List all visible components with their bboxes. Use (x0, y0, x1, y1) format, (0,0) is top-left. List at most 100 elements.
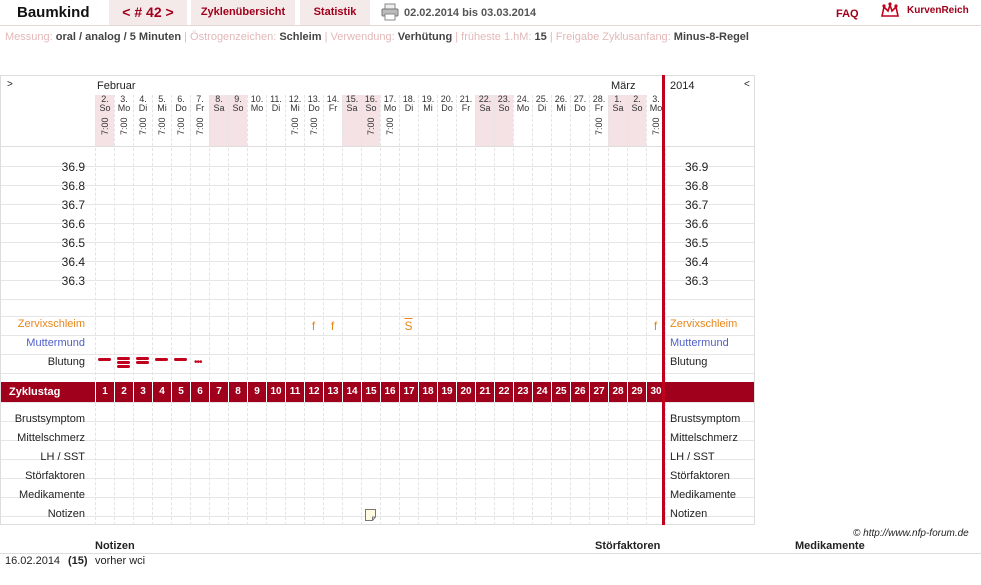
cycle-day-cell: 11 (285, 382, 304, 402)
measure-time: 7:00 (366, 117, 376, 135)
current-day-marker (662, 75, 665, 525)
fruehest-value: 15 (534, 31, 547, 43)
scroll-left-arrow[interactable]: > (7, 79, 13, 90)
temp-axis-label: 36.5 (61, 236, 85, 250)
temp-axis-label-right: 36.4 (685, 255, 709, 269)
cycle-day-cell: 13 (323, 382, 342, 402)
row-label-muttermund: Muttermund (26, 337, 85, 349)
temp-axis-label: 36.7 (61, 198, 85, 212)
day-column-header[interactable]: 7. Fr 7:00 (190, 95, 209, 146)
messung-value: oral / analog / 5 Minuten (55, 31, 182, 43)
verwendung-label: Verwendung: (330, 31, 395, 43)
measure-time: 7:00 (594, 117, 604, 135)
bleeding-mark[interactable]: ••• (190, 356, 209, 370)
row-label-blutung-right: Blutung (670, 356, 708, 368)
cycle-day-cell: 20 (456, 382, 475, 402)
cycle-day-cell: 21 (475, 382, 494, 402)
day-column-header[interactable]: 16. So 7:00 (361, 95, 380, 146)
bleeding-mark[interactable] (95, 356, 114, 370)
cycle-day-cell: 9 (247, 382, 266, 402)
day-column-header[interactable]: 28. Fr 7:00 (589, 95, 608, 146)
temp-axis-label: 36.6 (61, 217, 85, 231)
bleeding-mark[interactable] (171, 356, 190, 370)
day-column-header[interactable]: 6. Do 7:00 (171, 95, 190, 146)
cycle-day-cell: 26 (570, 382, 589, 402)
row-label-stoer: Störfaktoren (25, 470, 85, 482)
cycle-day-cell: 2 (114, 382, 133, 402)
day-column-header[interactable]: 9. So (228, 95, 247, 146)
day-column-header[interactable]: 10. Mo (247, 95, 266, 146)
day-column-header[interactable]: 27. Do (570, 95, 589, 146)
day-column-header[interactable]: 4. Di 7:00 (133, 95, 152, 146)
month-label-feb: Februar (97, 80, 136, 92)
bleeding-mark[interactable] (152, 356, 171, 370)
day-column-header[interactable]: 24. Mo (513, 95, 532, 146)
printer-icon[interactable] (381, 3, 399, 21)
cycle-day-cell: 28 (608, 382, 627, 402)
crown-logo-icon (881, 2, 899, 17)
day-column-header[interactable]: 19. Mi (418, 95, 437, 146)
tab-cycle-overview[interactable]: Zyklenübersicht (191, 0, 295, 25)
day-column-header[interactable]: 18. Di (399, 95, 418, 146)
cycle-day-cell: 12 (304, 382, 323, 402)
row-label-mittel: Mittelschmerz (17, 432, 85, 444)
cycle-day-cell: 5 (171, 382, 190, 402)
temp-axis-label: 36.3 (61, 274, 85, 288)
month-label-mar: März (611, 80, 636, 92)
row-label-muttermund-right: Muttermund (670, 337, 729, 349)
day-column-header[interactable]: 2. So (627, 95, 646, 146)
measure-time: 7:00 (651, 117, 661, 135)
tab-statistics[interactable]: Statistik (300, 0, 370, 25)
day-column-header[interactable]: 23. So (494, 95, 513, 146)
row-label-zervix-right: Zervixschleim (670, 318, 738, 330)
row-label-brust-right: Brustsymptom (670, 413, 741, 425)
day-column-header[interactable]: 20. Do (437, 95, 456, 146)
faq-link[interactable]: FAQ (836, 8, 859, 20)
oestrogen-value: Schleim (279, 31, 322, 43)
zervix-mark[interactable]: f (323, 319, 342, 333)
zervix-mark[interactable]: f (304, 319, 323, 333)
day-column-header[interactable]: 17. Mo 7:00 (380, 95, 399, 146)
notes-table: Notizen Störfaktoren Medikamente 16.02.2… (0, 540, 981, 585)
day-column-header[interactable]: 15. Sa (342, 95, 361, 146)
cycle-day-cell: 7 (209, 382, 228, 402)
zyklustag-label: Zyklustag (9, 386, 61, 398)
day-column-header[interactable]: 8. Sa (209, 95, 228, 146)
temp-axis-label-right: 36.5 (685, 236, 709, 250)
cycle-day-cell: 6 (190, 382, 209, 402)
cycle-day-cell: 18 (418, 382, 437, 402)
day-column-header[interactable]: 25. Di (532, 95, 551, 146)
day-column-header[interactable]: 3. Mo 7:00 (114, 95, 133, 146)
day-column-header[interactable]: 13. Do 7:00 (304, 95, 323, 146)
measure-time: 7:00 (385, 117, 395, 135)
app-name: Baumkind (17, 4, 90, 21)
cycle-day-cell: 24 (532, 382, 551, 402)
day-column-header[interactable]: 12. Mi 7:00 (285, 95, 304, 146)
cycle-day-cell: 4 (152, 382, 171, 402)
cycle-nav-button[interactable]: < # 42 > (109, 0, 187, 25)
settings-line: Messung: oral / analog / 5 Minuten | Öst… (5, 31, 749, 43)
freigabe-label: Freigabe Zyklusanfang: (555, 31, 671, 43)
day-column-header[interactable]: 22. Sa (475, 95, 494, 146)
day-column-header[interactable]: 11. Di (266, 95, 285, 146)
day-column-header[interactable]: 14. Fr (323, 95, 342, 146)
day-column-header[interactable]: 5. Mi 7:00 (152, 95, 171, 146)
note-icon[interactable] (365, 509, 376, 521)
bleeding-mark[interactable] (133, 356, 152, 370)
row-label-blutung: Blutung (47, 356, 85, 368)
measure-time: 7:00 (119, 117, 129, 135)
scroll-right-arrow[interactable]: < (744, 79, 750, 90)
cycle-day-cell: 8 (228, 382, 247, 402)
freigabe-value: Minus-8-Regel (673, 31, 749, 43)
bleeding-mark[interactable] (114, 356, 133, 370)
measure-time: 7:00 (157, 117, 167, 135)
day-column-header[interactable]: 2. So 7:00 (95, 95, 114, 146)
day-column-header[interactable]: 26. Mi (551, 95, 570, 146)
measure-time: 7:00 (195, 117, 205, 135)
zervix-mark[interactable]: S (399, 319, 418, 333)
cycle-day-cell: 22 (494, 382, 513, 402)
cycle-day-cell: 19 (437, 382, 456, 402)
day-column-header[interactable]: 21. Fr (456, 95, 475, 146)
day-column-header[interactable]: 1. Sa (608, 95, 627, 146)
temp-axis-label-right: 36.3 (685, 274, 709, 288)
